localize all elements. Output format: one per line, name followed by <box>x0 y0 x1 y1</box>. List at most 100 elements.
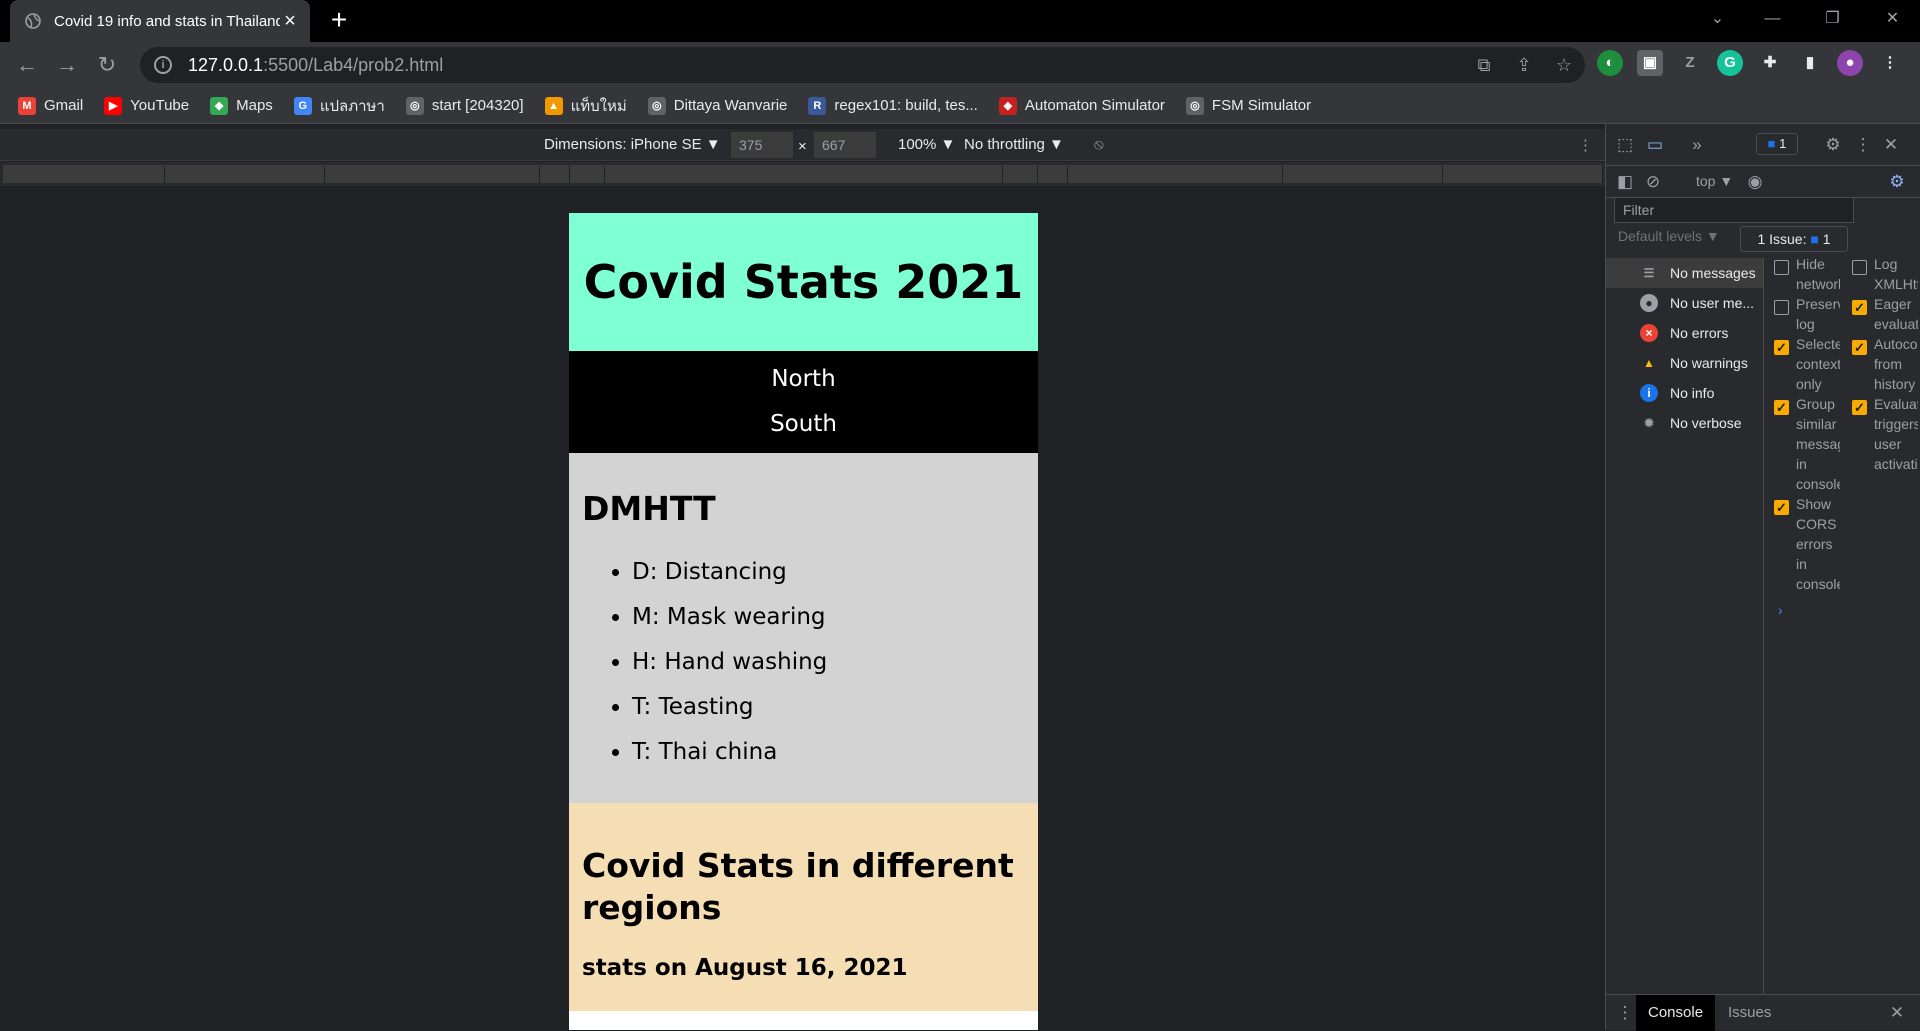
checkbox[interactable] <box>1774 300 1789 315</box>
media-query-segment[interactable] <box>1038 165 1068 183</box>
checkbox[interactable] <box>1774 398 1789 418</box>
site-info-icon[interactable]: i <box>154 56 172 74</box>
media-query-segment[interactable] <box>165 165 325 183</box>
sidebar-item-warnings[interactable]: ▲ No warnings <box>1606 348 1763 378</box>
bookmark-item[interactable]: ▶ YouTube <box>104 96 189 115</box>
sidebar-toggle-icon[interactable]: ◧ <box>1614 171 1636 193</box>
more-tabs-icon[interactable]: » <box>1686 134 1708 156</box>
zotero-icon[interactable]: Z <box>1677 50 1703 76</box>
sidebar-item-info[interactable]: i No info <box>1606 378 1763 408</box>
restore-icon[interactable]: ❐ <box>1805 0 1860 42</box>
bookmark-item[interactable]: ◆ Maps <box>210 96 273 115</box>
height-input[interactable]: 667 <box>814 132 876 158</box>
eye-icon[interactable]: ◉ <box>1744 171 1766 193</box>
media-query-segment[interactable] <box>3 165 165 183</box>
media-query-segment[interactable] <box>605 165 1003 183</box>
sidebar-item-messages[interactable]: ☰ No messages <box>1606 258 1763 288</box>
reload-icon[interactable]: ↻ <box>92 50 122 80</box>
more-options-icon[interactable]: ⋮ <box>1578 136 1593 154</box>
tab-issues[interactable]: Issues <box>1716 995 1783 1031</box>
clear-console-icon[interactable]: ⊘ <box>1642 171 1664 193</box>
media-query-segment[interactable] <box>1003 165 1038 183</box>
media-query-segment[interactable] <box>570 165 605 183</box>
browser-tab[interactable]: Covid 19 info and stats in Thailand × <box>10 0 310 42</box>
minimize-icon[interactable]: — <box>1745 0 1800 42</box>
setting-log-xhr[interactable]: Log XMLHttpRequests <box>1844 254 1918 294</box>
extension-box-icon[interactable]: ▣ <box>1637 50 1663 76</box>
checkbox[interactable] <box>1852 398 1867 418</box>
media-query-segment[interactable] <box>540 165 570 183</box>
setting-show-cors[interactable]: Show CORS errors in console <box>1766 494 1840 594</box>
bookmark-item[interactable]: ▲ แท็บใหม่ <box>544 94 627 118</box>
checkbox[interactable] <box>1774 498 1789 518</box>
media-query-segment[interactable] <box>1283 165 1443 183</box>
sidebar-item-errors[interactable]: × No errors <box>1606 318 1763 348</box>
setting-group-similar[interactable]: Group similar messages in console <box>1766 394 1840 494</box>
sidebar-item-user-messages[interactable]: ● No user me... <box>1606 288 1763 318</box>
tab-console[interactable]: Console <box>1636 995 1716 1031</box>
close-drawer-icon[interactable]: ✕ <box>1886 1002 1908 1024</box>
setting-evaluate-triggers[interactable]: Evaluate triggers user activation <box>1844 394 1918 474</box>
bookmark-item[interactable]: ◎ FSM Simulator <box>1185 96 1311 115</box>
tab-search-icon[interactable]: ⌄ <box>1690 0 1745 42</box>
device-toggle-icon[interactable]: ▭ <box>1644 134 1666 156</box>
checkbox[interactable] <box>1852 298 1867 318</box>
list-item: D: Distancing <box>632 550 1025 595</box>
close-devtools-icon[interactable]: ✕ <box>1880 134 1902 156</box>
bookmark-item[interactable]: M Gmail <box>18 96 83 115</box>
translate-page-icon[interactable]: ⧉ <box>1471 52 1497 78</box>
devtools-menu-icon[interactable]: ⋮ <box>1852 134 1874 156</box>
menu-icon[interactable]: ⋮ <box>1877 50 1903 76</box>
setting-hide-network[interactable]: Hide network <box>1766 254 1840 294</box>
dmhtt-list: D: Distancing M: Mask wearing H: Hand wa… <box>582 550 1025 775</box>
filter-input[interactable]: Filter <box>1614 197 1854 223</box>
bookmark-label: Dittaya Wanvarie <box>673 97 788 114</box>
bookmark-item[interactable]: ◎ Dittaya Wanvarie <box>647 96 788 115</box>
close-window-icon[interactable]: ✕ <box>1865 0 1920 42</box>
dimensions-select[interactable]: Dimensions: iPhone SE ▼ <box>544 136 721 153</box>
side-panel-icon[interactable]: ▮ <box>1797 50 1823 76</box>
console-prompt[interactable]: › <box>1778 602 1783 618</box>
sidebar-item-verbose[interactable]: ✹ No verbose <box>1606 408 1763 438</box>
media-query-segment[interactable] <box>1443 165 1603 183</box>
settings-icon[interactable]: ⚙ <box>1822 134 1844 156</box>
checkbox[interactable] <box>1852 338 1867 358</box>
nav-link-south[interactable]: South <box>569 402 1038 447</box>
bookmark-item[interactable]: Rregex101: build, tes... <box>808 96 978 115</box>
media-query-segment[interactable] <box>325 165 540 183</box>
drawer-menu-icon[interactable]: ⋮ <box>1614 1002 1636 1024</box>
media-query-segment[interactable] <box>1068 165 1283 183</box>
setting-autocomplete-history[interactable]: Autocomplete from history <box>1844 334 1918 394</box>
checkbox[interactable] <box>1774 260 1789 275</box>
setting-selected-context[interactable]: Selected context only <box>1766 334 1840 394</box>
avatar[interactable]: ● <box>1837 50 1863 76</box>
bookmark-item[interactable]: ◈ Automaton Simulator <box>998 96 1165 115</box>
nav-link-north[interactable]: North <box>569 357 1038 402</box>
console-settings-icon[interactable]: ⚙ <box>1886 171 1908 193</box>
bookmark-item[interactable]: ◎ start [204320] <box>405 96 524 115</box>
setting-preserve-log[interactable]: Preserve log <box>1766 294 1840 334</box>
zoom-select[interactable]: 100% ▼ <box>898 136 955 153</box>
default-levels-select[interactable]: Default levels ▼ <box>1618 228 1720 244</box>
address-bar[interactable]: i 127.0.0.1 :5500/Lab4/prob2.html ⧉ ⇪ ☆ <box>140 47 1585 83</box>
grammarly-icon[interactable]: G <box>1717 50 1743 76</box>
checkbox[interactable] <box>1774 338 1789 358</box>
extension-icon[interactable]: ◐ <box>1597 50 1623 76</box>
puzzle-icon[interactable]: ✚ <box>1757 50 1783 76</box>
issues-button[interactable]: 1 Issue: ■ 1 <box>1740 226 1848 252</box>
forward-icon[interactable]: → <box>52 50 82 80</box>
width-input[interactable]: 375 <box>731 132 793 158</box>
throttling-select[interactable]: No throttling ▼ <box>964 136 1064 153</box>
rotate-icon[interactable]: ⦸ <box>1094 136 1104 153</box>
star-icon[interactable]: ☆ <box>1551 52 1577 78</box>
setting-eager-evaluation[interactable]: Eager evaluation <box>1844 294 1918 334</box>
context-select[interactable]: top ▼ <box>1696 173 1733 189</box>
inspect-icon[interactable]: ⬚ <box>1614 134 1636 156</box>
messages-badge[interactable]: ■ 1 <box>1756 133 1798 155</box>
new-tab-button[interactable]: + <box>324 6 354 36</box>
share-icon[interactable]: ⇪ <box>1511 52 1537 78</box>
back-icon[interactable]: ← <box>12 50 42 80</box>
bookmark-item[interactable]: G แปลภาษา <box>293 94 385 118</box>
close-tab-icon[interactable]: × <box>280 10 300 33</box>
checkbox[interactable] <box>1852 260 1867 275</box>
